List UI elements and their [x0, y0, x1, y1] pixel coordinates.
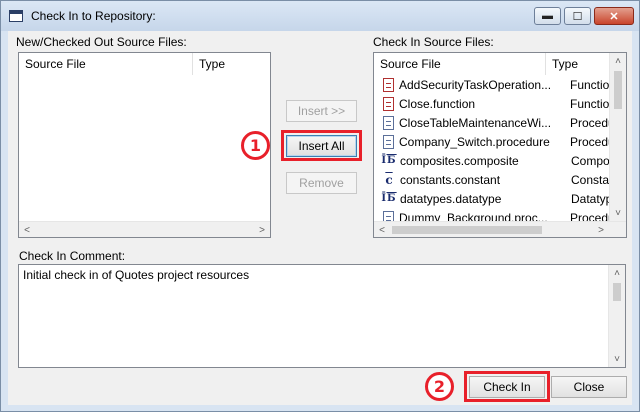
table-row[interactable]: AddSecurityTaskOperation... Function [374, 75, 626, 94]
close-window-button[interactable]: ✕ [594, 7, 634, 25]
check-in-files-list[interactable]: Source File Type AddSecurityTaskOperatio… [373, 52, 627, 238]
comment-label: Check In Comment: [19, 249, 126, 263]
check-in-comment-field[interactable]: Initial check in of Quotes project resou… [18, 264, 626, 368]
new-files-header: Source File Type [19, 53, 270, 75]
dialog-body: New/Checked Out Source Files: Source Fil… [8, 31, 632, 405]
scroll-up-icon[interactable]: ˄ [609, 265, 625, 281]
insert-button[interactable]: Insert >> [286, 100, 357, 122]
check-in-vscrollbar[interactable]: ˄ ˅ [609, 53, 626, 221]
constant-icon: c [385, 172, 393, 187]
new-files-label: New/Checked Out Source Files: [16, 35, 187, 49]
step-1-callout: 1 [241, 131, 270, 160]
remove-button[interactable]: Remove [286, 172, 357, 194]
composite-icon: ĪƂ [381, 155, 397, 166]
check-in-files-header: Source File Type [374, 53, 610, 75]
row-file: datatypes.datatype [400, 191, 502, 206]
procedure-doc-icon [383, 115, 394, 130]
row-file: AddSecurityTaskOperation... [399, 77, 552, 92]
close-button[interactable]: Close [551, 376, 627, 398]
check-in-dialog: Check In to Repository: ▬ ☐ ✕ New/Checke… [0, 0, 640, 412]
step-2-callout: 2 [425, 372, 454, 401]
title-bar[interactable]: Check In to Repository: ▬ ☐ ✕ [1, 1, 639, 31]
check-in-hscrollbar[interactable]: < > [374, 221, 626, 237]
comment-vscrollbar[interactable]: ˄ ˅ [608, 265, 625, 367]
table-row[interactable]: ĪƂ composites.composite Composite [374, 151, 626, 170]
row-file: composites.composite [400, 153, 519, 168]
check-in-files-label: Check In Source Files: [373, 35, 494, 49]
maximize-button[interactable]: ☐ [564, 7, 591, 25]
function-doc-icon [383, 96, 394, 111]
table-row[interactable]: Company_Switch.procedure Procedure [374, 132, 626, 151]
scroll-thumb[interactable] [614, 71, 622, 109]
row-file: CloseTableMaintenanceWi... [399, 115, 552, 130]
row-file: Company_Switch.procedure [399, 134, 550, 149]
new-files-hscrollbar[interactable]: < > [19, 221, 270, 237]
column-type[interactable]: Type [546, 53, 610, 75]
table-row[interactable]: c constants.constant Constant [374, 170, 626, 189]
dialog-title: Check In to Repository: [31, 9, 156, 23]
table-row[interactable]: ĪƂ datatypes.datatype Datatype [374, 189, 626, 208]
new-files-list[interactable]: Source File Type < > [18, 52, 271, 238]
row-file: constants.constant [400, 172, 501, 187]
column-source-file[interactable]: Source File [19, 53, 193, 75]
scroll-left-icon[interactable]: < [374, 222, 390, 237]
insert-all-button[interactable]: Insert All [286, 135, 357, 157]
minimize-button[interactable]: ▬ [534, 7, 561, 25]
column-type[interactable]: Type [193, 53, 270, 75]
comment-text[interactable]: Initial check in of Quotes project resou… [23, 268, 249, 282]
table-row[interactable]: Close.function Function [374, 94, 626, 113]
scroll-up-icon[interactable]: ˄ [610, 53, 626, 69]
datatype-icon: ĪƂ [381, 193, 397, 204]
scroll-thumb[interactable] [613, 283, 621, 301]
function-doc-icon [383, 77, 394, 92]
procedure-doc-icon [383, 134, 394, 149]
hscroll-thumb[interactable] [392, 226, 542, 234]
scroll-left-icon[interactable]: < [19, 222, 35, 237]
scroll-down-icon[interactable]: ˅ [609, 351, 625, 367]
scroll-right-icon[interactable]: > [593, 222, 609, 237]
column-source-file[interactable]: Source File [374, 53, 546, 75]
scroll-right-icon[interactable]: > [254, 222, 270, 237]
check-in-rows: AddSecurityTaskOperation... Function Clo… [374, 75, 626, 227]
check-in-button[interactable]: Check In [469, 376, 545, 398]
scroll-down-icon[interactable]: ˅ [610, 205, 626, 221]
table-row[interactable]: CloseTableMaintenanceWi... Procedure [374, 113, 626, 132]
window-icon [9, 10, 23, 22]
row-file: Close.function [399, 96, 476, 111]
